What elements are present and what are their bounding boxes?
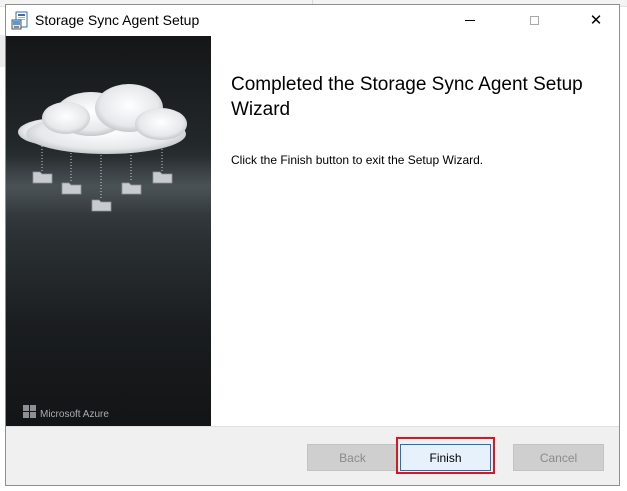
installer-icon — [10, 11, 30, 31]
close-button[interactable]: ✕ — [573, 5, 619, 36]
page-heading: Completed the Storage Sync Agent Setup W… — [231, 74, 583, 120]
brand-text: Microsoft Azure — [40, 408, 109, 420]
minimize-icon — [465, 20, 475, 21]
maximize-icon — [529, 16, 539, 25]
wizard-banner: Microsoft Azure — [6, 36, 211, 426]
back-button[interactable]: Back — [307, 444, 398, 471]
cloud-folders-illustration — [6, 84, 211, 216]
minimize-button[interactable] — [447, 5, 493, 36]
maximize-button[interactable] — [511, 5, 557, 36]
cloud-icon — [18, 84, 187, 154]
cancel-button[interactable]: Cancel — [513, 444, 604, 471]
instruction-text: Click the Finish button to exit the Setu… — [231, 153, 484, 167]
finish-button[interactable]: Finish — [400, 444, 491, 471]
title-bar[interactable]: Storage Sync Agent Setup ✕ — [6, 5, 619, 36]
button-bar: Back Finish Cancel — [6, 426, 619, 485]
window-title: Storage Sync Agent Setup — [35, 12, 200, 28]
setup-dialog: Storage Sync Agent Setup ✕ Microsoft Azu… — [5, 4, 620, 486]
windows-logo-icon — [23, 405, 36, 423]
wizard-content: Completed the Storage Sync Agent Setup W… — [211, 36, 619, 426]
microsoft-azure-logo: Microsoft Azure — [23, 405, 109, 423]
close-icon: ✕ — [589, 12, 603, 29]
